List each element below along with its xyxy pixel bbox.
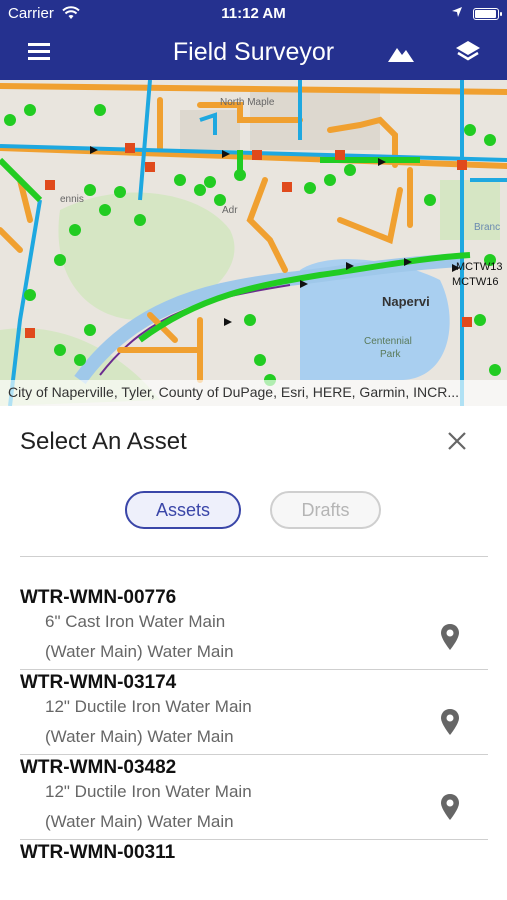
map-label-naperville: Napervi (382, 294, 430, 309)
map-label-mctw16: MCTW16 (452, 276, 498, 288)
map-pin-icon[interactable] (440, 793, 460, 821)
map-label-north-maple: North Maple (220, 97, 275, 108)
asset-id: WTR-WMN-00311 (20, 842, 176, 863)
map-view[interactable]: North Maple ennis Adr Napervi Centennial… (0, 80, 507, 406)
list-item[interactable]: WTR-WMN-00311 (0, 842, 507, 900)
divider (20, 556, 488, 557)
asset-id: WTR-WMN-03174 (20, 672, 177, 693)
app-title: Field Surveyor (172, 38, 335, 66)
tab-assets[interactable]: Assets (125, 491, 241, 529)
map-label-branch: Branc (474, 222, 500, 233)
map-label-centennial: Centennial (364, 336, 412, 347)
list-item[interactable]: WTR-WMN-03482 12" Ductile Iron Water Mai… (0, 757, 507, 841)
status-bar: Carrier 11:12 AM (0, 0, 507, 28)
divider (20, 839, 488, 840)
nav-bar: Field Surveyor (0, 28, 507, 80)
divider (20, 754, 488, 755)
basemap-icon[interactable] (386, 40, 416, 66)
list-item[interactable]: WTR-WMN-03174 12" Ductile Iron Water Mai… (0, 672, 507, 756)
asset-id: WTR-WMN-03482 (20, 757, 177, 778)
location-arrow-icon (452, 7, 462, 17)
divider (20, 669, 488, 670)
asset-type: (Water Main) Water Main (45, 727, 234, 746)
asset-description: 12" Ductile Iron Water Main (45, 697, 252, 716)
map-label-mctw13: MCTW13 (456, 261, 502, 273)
map-pin-icon[interactable] (440, 623, 460, 651)
map-canvas: North Maple ennis Adr Napervi Centennial… (0, 80, 507, 406)
map-label-adr: Adr (222, 205, 238, 216)
panel-title: Select An Asset (20, 428, 187, 455)
asset-panel: Select An Asset Assets Drafts WTR-WMN-00… (0, 406, 507, 900)
clock: 11:12 AM (221, 5, 286, 22)
asset-description: 6" Cast Iron Water Main (45, 612, 226, 631)
asset-id: WTR-WMN-00776 (20, 587, 177, 608)
list-item[interactable]: WTR-WMN-00776 6" Cast Iron Water Main (W… (0, 587, 507, 671)
battery-icon (473, 8, 502, 20)
close-icon[interactable] (444, 428, 470, 454)
tab-drafts[interactable]: Drafts (270, 491, 381, 529)
map-label-ennis: ennis (60, 194, 84, 205)
map-pin-icon[interactable] (440, 708, 460, 736)
top-bar: Carrier 11:12 AM Field Surveyor (0, 0, 507, 80)
asset-description: 12" Ductile Iron Water Main (45, 782, 252, 801)
layers-icon[interactable] (454, 38, 482, 66)
map-attribution: City of Naperville, Tyler, County of DuP… (0, 380, 507, 406)
asset-type: (Water Main) Water Main (45, 642, 234, 661)
map-label-park: Park (380, 349, 402, 360)
asset-type: (Water Main) Water Main (45, 812, 234, 831)
